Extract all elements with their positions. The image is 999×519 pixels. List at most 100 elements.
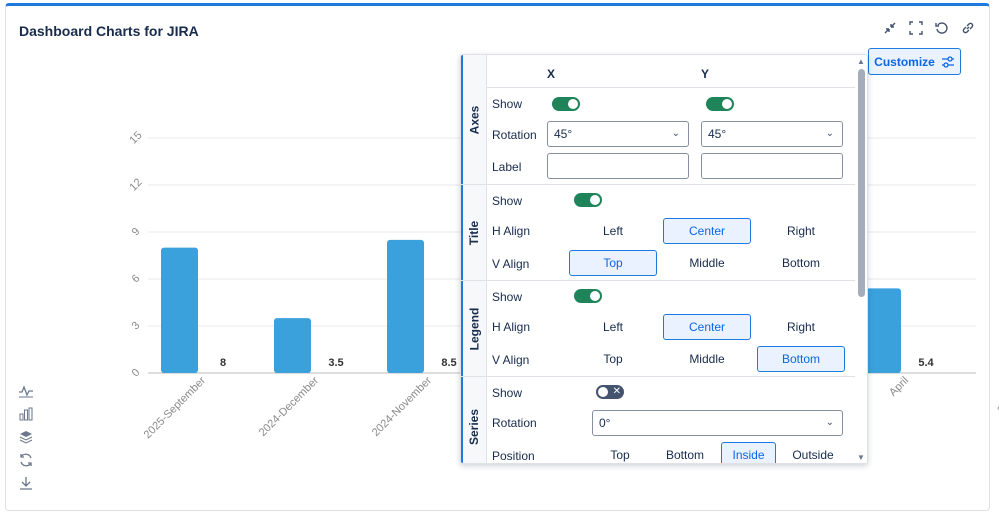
- series-position-outside[interactable]: Outside: [779, 442, 847, 463]
- axes-y-label-input[interactable]: [701, 153, 843, 179]
- column-x-header: X: [547, 67, 556, 81]
- axes-x-rotation-value: 45°: [554, 127, 573, 141]
- axes-y-rotation-value: 45°: [708, 127, 727, 141]
- bar-chart-icon[interactable]: [18, 406, 34, 422]
- y-tick-label: 15: [127, 129, 144, 146]
- series-rotation-label: Rotation: [492, 416, 537, 430]
- bar: [864, 288, 901, 373]
- tab-axes[interactable]: Axes: [461, 55, 487, 184]
- customize-panel: Axes X Y Show Rotation 45° ⌄ 45° ⌄ Label T…: [460, 54, 868, 464]
- title-v-align-middle[interactable]: Middle: [663, 250, 751, 276]
- series-rotation-select[interactable]: 0° ⌄: [592, 410, 843, 436]
- legend-tab-label: Legend: [467, 307, 482, 350]
- data-label: 8.5: [441, 357, 456, 369]
- axes-x-rotation-select[interactable]: 45° ⌄: [547, 121, 689, 147]
- y-tick-label: 3: [130, 320, 143, 333]
- x-tick-label: 2024-November: [370, 374, 434, 438]
- scroll-down-icon[interactable]: ▼: [857, 453, 865, 462]
- series-position-label: Position: [492, 449, 535, 463]
- axes-label-row: Label: [487, 151, 855, 183]
- axes-y-show-toggle[interactable]: [706, 97, 734, 111]
- chart-type-toolbar: [18, 383, 34, 491]
- legend-v-align-row: V Align Top Middle Bottom: [487, 344, 855, 376]
- customize-button[interactable]: Customize: [868, 48, 961, 75]
- close-icon: ✕: [612, 386, 621, 397]
- series-show-label: Show: [492, 386, 523, 400]
- title-h-align-row: H Align Left Center Right: [487, 215, 855, 247]
- legend-h-align-row: H Align Left Center Right: [487, 311, 855, 343]
- series-show-toggle[interactable]: ✕: [596, 385, 624, 399]
- axes-y-rotation-select[interactable]: 45° ⌄: [701, 121, 843, 147]
- legend-h-align-right[interactable]: Right: [757, 314, 845, 340]
- title-v-align-top[interactable]: Top: [569, 250, 657, 276]
- chevron-down-icon: ⌄: [825, 128, 834, 139]
- axes-label-label: Label: [492, 160, 522, 174]
- series-tab-label: Series: [467, 408, 482, 446]
- line-chart-icon[interactable]: [18, 383, 34, 399]
- reload-icon[interactable]: [18, 452, 34, 468]
- column-y-header: Y: [701, 67, 710, 81]
- data-label: 3.5: [328, 357, 343, 369]
- legend-v-align-top[interactable]: Top: [569, 346, 657, 372]
- legend-h-align-label: H Align: [492, 320, 531, 334]
- x-tick-label: 2024-December: [257, 374, 321, 438]
- series-rotation-row: Rotation 0° ⌄: [487, 407, 855, 439]
- x-tick-label: 2025-Feb: [995, 375, 999, 417]
- axes-rotation-label: Rotation: [492, 128, 537, 142]
- bar: [387, 239, 424, 373]
- tab-series[interactable]: Series: [461, 377, 487, 463]
- title-h-align-label: H Align: [492, 224, 531, 238]
- scroll-up-icon[interactable]: ▲: [857, 57, 865, 66]
- panel-scrollbar[interactable]: ▲ ▼: [855, 55, 867, 463]
- download-icon[interactable]: [18, 475, 34, 491]
- series-position-bottom[interactable]: Bottom: [653, 442, 717, 463]
- series-show-row: Show ✕: [487, 377, 855, 409]
- axes-show-label: Show: [492, 97, 523, 111]
- data-label: 5.4: [918, 357, 934, 369]
- legend-v-align-bottom[interactable]: Bottom: [757, 346, 845, 372]
- bar: [274, 318, 311, 373]
- title-h-align-left[interactable]: Left: [569, 218, 657, 244]
- axes-x-show-toggle[interactable]: [552, 97, 580, 111]
- x-tick-label: April: [887, 375, 911, 399]
- legend-h-align-center[interactable]: Center: [663, 314, 751, 340]
- scrollbar-thumb[interactable]: [858, 69, 865, 297]
- title-tab-label: Title: [467, 220, 482, 245]
- chevron-down-icon: ⌄: [671, 128, 680, 139]
- legend-h-align-left[interactable]: Left: [569, 314, 657, 340]
- title-h-align-right[interactable]: Right: [757, 218, 845, 244]
- title-v-align-label: V Align: [492, 257, 530, 271]
- legend-show-label: Show: [492, 290, 523, 304]
- series-position-top[interactable]: Top: [591, 442, 649, 463]
- y-tick-label: 0: [130, 367, 143, 380]
- stack-icon[interactable]: [18, 429, 34, 445]
- series-rotation-value: 0°: [599, 416, 611, 430]
- chevron-down-icon: ⌄: [825, 417, 834, 428]
- series-position-inside[interactable]: Inside: [721, 442, 776, 463]
- title-show-label: Show: [492, 194, 523, 208]
- title-h-align-center[interactable]: Center: [663, 218, 751, 244]
- y-tick-label: 9: [130, 226, 143, 239]
- tab-title[interactable]: Title: [461, 185, 487, 280]
- legend-show-row: Show: [487, 281, 855, 313]
- axes-tab-label: Axes: [467, 105, 482, 134]
- tab-legend[interactable]: Legend: [461, 281, 487, 376]
- legend-show-toggle[interactable]: [574, 289, 602, 303]
- x-tick-label: 2025-September: [142, 374, 209, 441]
- title-show-toggle[interactable]: [574, 193, 602, 207]
- legend-v-align-middle[interactable]: Middle: [663, 346, 751, 372]
- title-show-row: Show: [487, 185, 855, 217]
- series-position-row: Position Top Bottom Inside Outside: [487, 440, 855, 463]
- customize-label: Customize: [874, 54, 935, 69]
- axes-x-label-input[interactable]: [547, 153, 689, 179]
- legend-section: Legend Show H Align Left Center Right V …: [461, 281, 855, 377]
- axes-show-row: Show: [487, 88, 855, 120]
- title-v-align-bottom[interactable]: Bottom: [757, 250, 845, 276]
- data-label: 8: [220, 357, 226, 369]
- sliders-icon: [941, 55, 954, 68]
- title-section: Title Show H Align Left Center Right V A…: [461, 185, 855, 281]
- y-tick-label: 6: [130, 273, 143, 286]
- series-section: Series Show ✕ Rotation 0° ⌄ Position Top …: [461, 377, 855, 463]
- axes-rotation-row: Rotation 45° ⌄ 45° ⌄: [487, 119, 855, 151]
- title-v-align-row: V Align Top Middle Bottom: [487, 248, 855, 280]
